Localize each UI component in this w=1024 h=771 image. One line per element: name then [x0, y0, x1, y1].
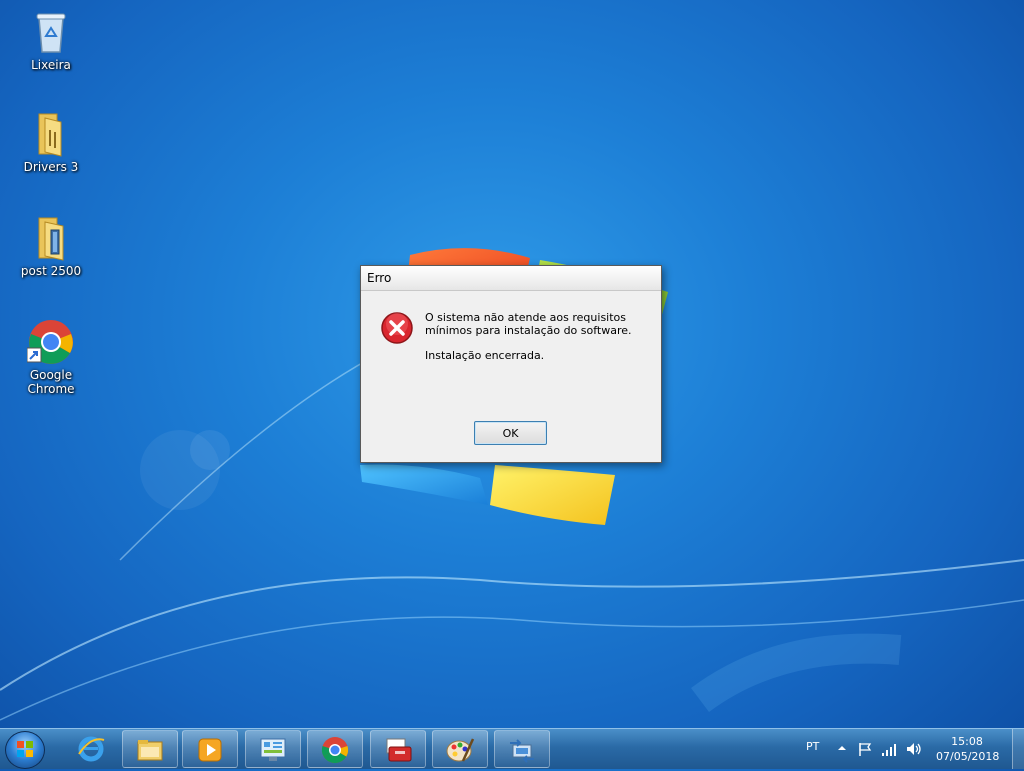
desktop-icon-post-2500[interactable]: post 2500 [6, 214, 96, 278]
recycle-bin-icon [27, 8, 75, 56]
clock-time: 15:08 [951, 735, 983, 748]
network-signal-icon[interactable] [881, 741, 899, 757]
clock[interactable]: 15:08 07/05/2018 [936, 734, 1000, 764]
desktop-icon-google-chrome[interactable]: Google Chrome [6, 318, 96, 396]
dialog-message: O sistema não atende aos requisitos míni… [425, 311, 655, 374]
desktop-icon-recycle-bin[interactable]: Lixeira [6, 8, 96, 72]
desktop-icon-label: Google Chrome [27, 368, 75, 396]
windows-logo-icon [17, 741, 33, 757]
start-button[interactable] [5, 731, 45, 769]
show-hidden-icons-icon[interactable] [836, 741, 848, 755]
error-message: O sistema não atende aos requisitos míni… [425, 311, 632, 337]
taskbar-toolbox[interactable] [370, 730, 426, 768]
taskbar: PT 15:08 07/05/2018 [0, 728, 1024, 769]
show-desktop-button[interactable] [1012, 729, 1024, 769]
taskbar-chrome[interactable] [307, 730, 363, 768]
ok-button[interactable]: OK [474, 421, 547, 445]
folder-icon [27, 110, 75, 158]
toolbox-icon [386, 738, 412, 762]
language-indicator[interactable]: PT [806, 740, 819, 753]
dialog-body: O sistema não atende aos requisitos míni… [361, 291, 661, 463]
error-dialog: Erro O sistema não atende aos requisitos… [360, 265, 662, 463]
chrome-icon [321, 737, 349, 764]
dialog-title[interactable]: Erro [361, 266, 661, 291]
status-message: Instalação encerrada. [425, 349, 545, 362]
taskbar-internet-explorer[interactable] [64, 730, 120, 768]
taskbar-paint[interactable] [432, 730, 488, 768]
taskbar-control-panel[interactable] [245, 730, 301, 768]
media-player-icon [198, 738, 222, 762]
desktop-icon-label: Drivers 3 [23, 160, 79, 174]
network-icon [510, 739, 534, 763]
taskbar-file-explorer[interactable] [122, 730, 178, 768]
action-center-flag-icon[interactable] [857, 741, 873, 757]
internet-explorer-icon [78, 736, 105, 762]
file-explorer-icon [137, 740, 163, 761]
desktop-icon-drivers-3[interactable]: Drivers 3 [6, 110, 96, 174]
folder-icon [27, 214, 75, 262]
error-icon [381, 312, 413, 344]
control-panel-icon [260, 738, 286, 761]
volume-icon[interactable] [905, 741, 923, 757]
taskbar-media-player[interactable] [182, 730, 238, 768]
clock-date: 07/05/2018 [936, 750, 1000, 763]
paint-icon [446, 738, 475, 762]
chrome-icon [26, 318, 75, 366]
desktop-icon-label: Lixeira [31, 58, 71, 72]
taskbar-network[interactable] [494, 730, 550, 768]
desktop-icon-label: post 2500 [20, 264, 82, 278]
